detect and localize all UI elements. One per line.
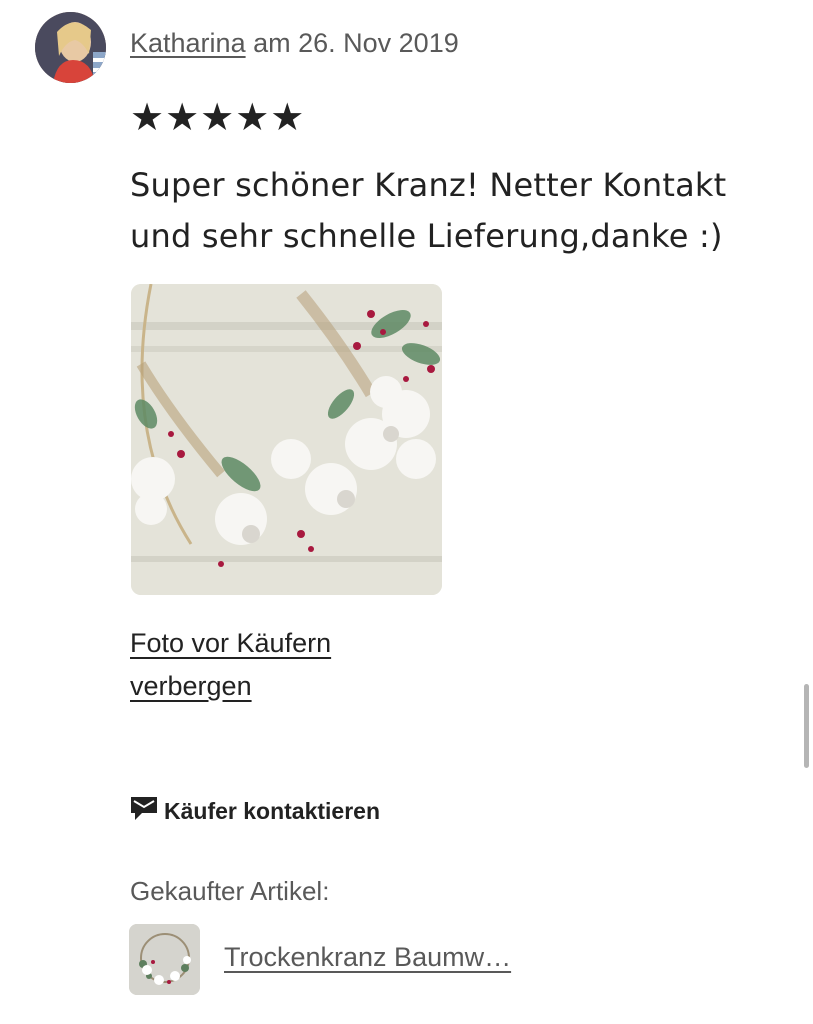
review-photo[interactable] — [131, 284, 442, 595]
purchased-item-thumbnail[interactable] — [129, 924, 200, 995]
purchased-item-title-link[interactable]: Trockenkranz Baumw… — [224, 942, 511, 973]
review-meta: Katharina am 26. Nov 2019 — [130, 28, 459, 59]
hide-photo-link[interactable]: Foto vor Käufern verbergen — [130, 622, 410, 708]
contact-buyer-label: Käufer kontaktieren — [164, 798, 381, 824]
scrollbar-thumb[interactable] — [804, 684, 809, 768]
reviewer-name-link[interactable]: Katharina — [130, 28, 246, 58]
review-text: Super schöner Kranz! Netter Kontakt und … — [130, 166, 727, 255]
contact-buyer-button[interactable]: Käufer kontaktieren — [130, 796, 380, 827]
envelope-flag-icon — [130, 796, 158, 827]
star-rating: ★★★★★ — [130, 95, 306, 139]
reviewer-avatar[interactable] — [35, 12, 106, 83]
purchased-item-label: Gekaufter Artikel: — [130, 876, 330, 906]
review-date: am 26. Nov 2019 — [253, 28, 459, 58]
